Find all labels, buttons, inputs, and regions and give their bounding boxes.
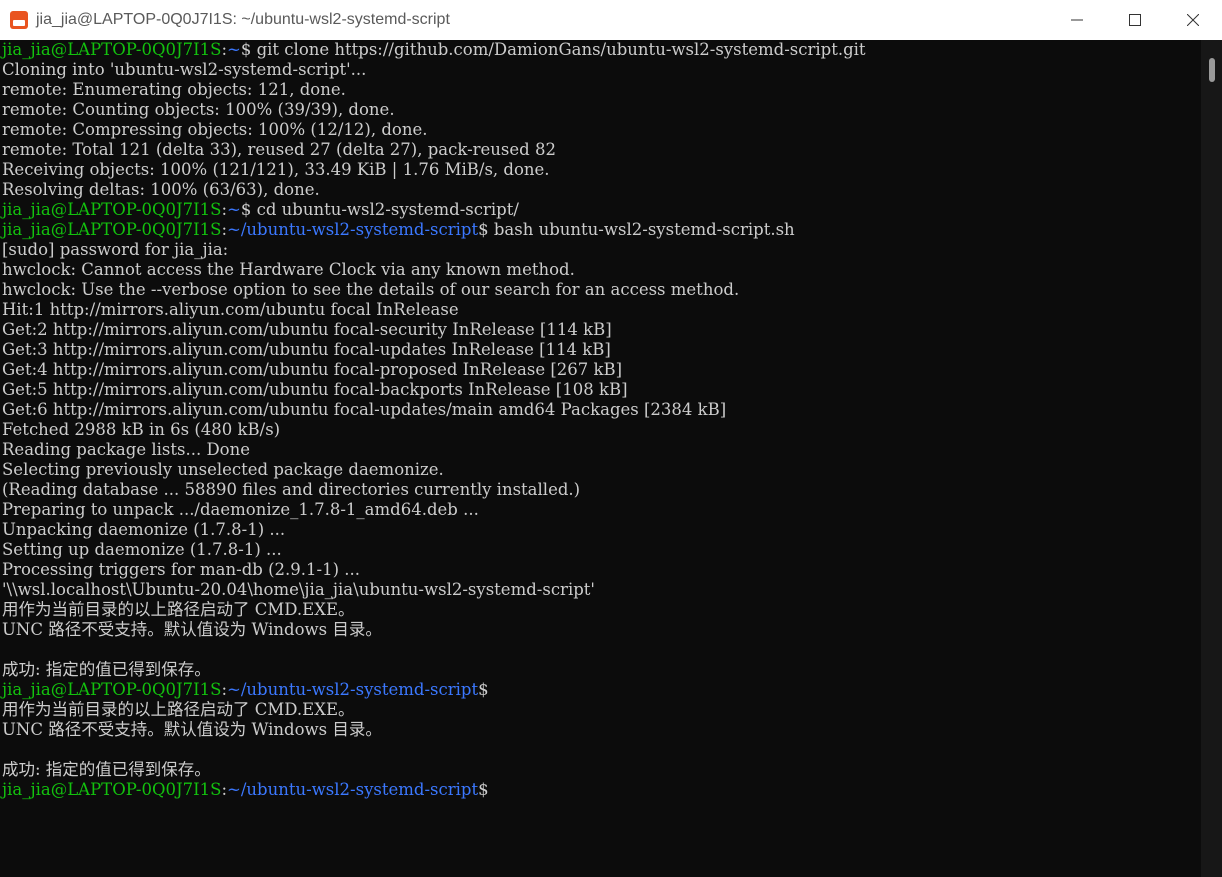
prompt-path: ~ (227, 200, 241, 219)
output-line: UNC 路径不受支持。默认值设为 Windows 目录。 (2, 720, 382, 739)
output-line: Get:5 http://mirrors.aliyun.com/ubuntu f… (2, 380, 628, 399)
scrollbar-thumb[interactable] (1209, 58, 1215, 82)
output-line: hwclock: Use the --verbose option to see… (2, 280, 740, 299)
window-controls (1048, 0, 1222, 40)
minimize-icon (1071, 19, 1083, 21)
vertical-scrollbar[interactable] (1201, 40, 1222, 877)
output-line: remote: Enumerating objects: 121, done. (2, 80, 346, 99)
prompt-line: jia_jia@LAPTOP-0Q0J7I1S:~$ git clone htt… (2, 40, 866, 60)
output-line: 成功: 指定的值已得到保存。 (2, 760, 211, 779)
output-line: Preparing to unpack .../daemonize_1.7.8-… (2, 500, 479, 519)
terminal-window: jia_jia@LAPTOP-0Q0J7I1S: ~/ubuntu-wsl2-s… (0, 0, 1222, 877)
maximize-button[interactable] (1106, 0, 1164, 40)
output-line: 成功: 指定的值已得到保存。 (2, 660, 211, 679)
title-bar[interactable]: jia_jia@LAPTOP-0Q0J7I1S: ~/ubuntu-wsl2-s… (0, 0, 1222, 40)
ubuntu-terminal-icon[interactable] (10, 11, 28, 29)
output-line: Receiving objects: 100% (121/121), 33.49… (2, 160, 550, 179)
command-text: $ (478, 780, 489, 799)
prompt-line: jia_jia@LAPTOP-0Q0J7I1S:~/ubuntu-wsl2-sy… (2, 220, 795, 240)
output-line: (Reading database ... 58890 files and di… (2, 480, 581, 499)
output-line: Resolving deltas: 100% (63/63), done. (2, 180, 320, 199)
output-line: Setting up daemonize (1.7.8-1) ... (2, 540, 282, 559)
close-button[interactable] (1164, 0, 1222, 40)
prompt-user-host: jia_jia@LAPTOP-0Q0J7I1S (2, 40, 222, 59)
output-line: '\\wsl.localhost\Ubuntu-20.04\home\jia_j… (2, 580, 595, 599)
prompt-user-host: jia_jia@LAPTOP-0Q0J7I1S (2, 220, 222, 239)
window-title: jia_jia@LAPTOP-0Q0J7I1S: ~/ubuntu-wsl2-s… (36, 11, 450, 28)
output-line: 用作为当前目录的以上路径启动了 CMD.EXE。 (2, 700, 355, 719)
command-text: $ cd ubuntu-wsl2-systemd-script/ (240, 200, 519, 219)
output-line: Cloning into 'ubuntu-wsl2-systemd-script… (2, 60, 367, 79)
prompt-path: ~/ubuntu-wsl2-systemd-script (227, 680, 479, 699)
prompt-path: ~/ubuntu-wsl2-systemd-script (227, 220, 479, 239)
output-line: remote: Counting objects: 100% (39/39), … (2, 100, 395, 119)
output-line: Get:2 http://mirrors.aliyun.com/ubuntu f… (2, 320, 612, 339)
output-line: Fetched 2988 kB in 6s (480 kB/s) (2, 420, 281, 439)
output-line: 用作为当前目录的以上路径启动了 CMD.EXE。 (2, 600, 355, 619)
output-line: remote: Total 121 (delta 33), reused 27 … (2, 140, 556, 159)
maximize-icon (1129, 14, 1141, 26)
close-icon (1187, 14, 1199, 26)
output-line: hwclock: Cannot access the Hardware Cloc… (2, 260, 575, 279)
output-line: UNC 路径不受支持。默认值设为 Windows 目录。 (2, 620, 382, 639)
command-text: $ git clone https://github.com/DamionGan… (240, 40, 866, 59)
output-line: Get:4 http://mirrors.aliyun.com/ubuntu f… (2, 360, 623, 379)
prompt-line: jia_jia@LAPTOP-0Q0J7I1S:~$ cd ubuntu-wsl… (2, 200, 519, 220)
command-text: $ (478, 680, 489, 699)
prompt-user-host: jia_jia@LAPTOP-0Q0J7I1S (2, 780, 222, 799)
output-line: Unpacking daemonize (1.7.8-1) ... (2, 520, 286, 539)
output-line: Selecting previously unselected package … (2, 460, 444, 479)
output-line: Reading package lists... Done (2, 440, 250, 459)
prompt-path: ~/ubuntu-wsl2-systemd-script (227, 780, 479, 799)
output-line: Hit:1 http://mirrors.aliyun.com/ubuntu f… (2, 300, 459, 319)
prompt-user-host: jia_jia@LAPTOP-0Q0J7I1S (2, 680, 222, 699)
output-line: Get:6 http://mirrors.aliyun.com/ubuntu f… (2, 400, 727, 419)
minimize-button[interactable] (1048, 0, 1106, 40)
output-line: Processing triggers for man-db (2.9.1-1)… (2, 560, 360, 579)
prompt-line: jia_jia@LAPTOP-0Q0J7I1S:~/ubuntu-wsl2-sy… (2, 780, 489, 800)
terminal-output[interactable]: jia_jia@LAPTOP-0Q0J7I1S:~$ git clone htt… (0, 40, 1201, 877)
prompt-path: ~ (227, 40, 241, 59)
prompt-line: jia_jia@LAPTOP-0Q0J7I1S:~/ubuntu-wsl2-sy… (2, 680, 489, 700)
output-line: remote: Compressing objects: 100% (12/12… (2, 120, 428, 139)
command-text: $ bash ubuntu-wsl2-systemd-script.sh (478, 220, 795, 239)
prompt-user-host: jia_jia@LAPTOP-0Q0J7I1S (2, 200, 222, 219)
output-line: [sudo] password for jia_jia: (2, 240, 229, 259)
output-line: Get:3 http://mirrors.aliyun.com/ubuntu f… (2, 340, 611, 359)
